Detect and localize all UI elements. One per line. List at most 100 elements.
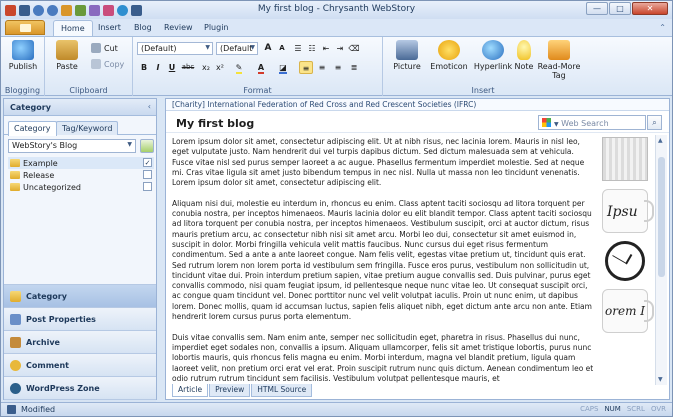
group-label-blogging: Blogging [4,86,41,95]
scrollbar-thumb[interactable] [658,157,665,277]
tab-html-source[interactable]: HTML Source [251,384,313,397]
category-item-example[interactable]: Example ✓ [8,157,154,169]
blog-select[interactable]: WebStory's Blog ▼ [8,139,136,153]
shrink-font-button[interactable]: A [275,42,289,55]
font-size-select[interactable]: (Default ▼ [216,42,258,55]
background-color-icon[interactable]: ◪ [273,61,293,74]
category-item-uncategorized[interactable]: Uncategorized [8,181,154,193]
ribbon-minimize-icon[interactable]: ⌃ [659,23,666,32]
picture-button[interactable]: Picture [387,40,427,71]
vertical-scrollbar[interactable]: ▲ ▼ [655,135,667,385]
tab-review[interactable]: Review [157,22,200,36]
underline-button[interactable]: U [165,61,179,74]
sidebar: Category ‹ Category Tag/Keyword WebStory… [3,98,157,410]
app-logo-icon[interactable] [5,4,16,16]
archive-icon [10,336,21,348]
clear-format-icon[interactable]: ⌫ [347,42,361,55]
post-title[interactable]: My first blog [176,117,254,130]
category-checkbox[interactable] [143,170,152,179]
bold-button[interactable]: B [137,61,151,74]
save-icon[interactable] [19,4,30,16]
align-justify-icon[interactable]: ≣ [347,61,361,74]
align-center-icon[interactable]: ≡ [315,61,329,74]
align-right-icon[interactable]: ≡ [331,61,345,74]
blog-breadcrumb[interactable]: [Charity] International Federation of Re… [166,99,669,111]
cut-button[interactable]: Cut [91,43,118,53]
strikethrough-button[interactable]: abc [179,61,197,74]
maximize-button[interactable]: □ [609,2,631,15]
paragraph: Aliquam nisi dui, molestie eu interdum i… [172,198,592,322]
emoticon-button[interactable]: Emoticon [429,40,469,71]
emoticon-label: Emoticon [430,62,468,71]
window-controls: — □ ✕ [586,2,668,15]
note-button[interactable]: Note [509,40,539,71]
add-category-button[interactable] [140,139,154,153]
wordpress-icon [10,382,21,394]
bullet-list-icon[interactable]: ☰ [291,42,305,55]
read-more-tag-button[interactable]: Read-More Tag [537,40,581,80]
chevron-down-icon: ▼ [554,121,559,128]
nav-archive[interactable]: Archive [4,330,156,353]
tab-category[interactable]: Category [8,121,57,136]
superscript-button[interactable]: x² [213,61,227,74]
tab-plugin[interactable]: Plugin [197,22,236,36]
options-icon[interactable] [131,4,142,16]
undo-icon[interactable] [33,4,44,16]
read-more-label: Read-More [537,62,581,71]
nav-label: WordPress Zone [26,383,100,393]
tab-home[interactable]: Home [53,20,93,36]
mug-image[interactable]: Ipsu [602,189,654,233]
indent-icon[interactable]: ⇥ [333,42,347,55]
numbered-list-icon[interactable]: ☷ [305,42,319,55]
thumbnail-image[interactable] [602,137,648,181]
nav-category[interactable]: Category [4,284,156,307]
text-color-button[interactable]: A [251,61,271,74]
collapse-sidebar-button[interactable]: ‹ [148,102,151,111]
category-checkbox[interactable] [143,182,152,191]
nav-wordpress-zone[interactable]: WordPress Zone [4,376,156,399]
sidebar-header-title: Category [10,103,51,112]
image-icon[interactable] [89,4,100,16]
highlight-color-icon[interactable]: ✎ [229,61,249,74]
italic-button[interactable]: I [151,61,165,74]
chevron-down-icon: ▼ [127,141,132,148]
help-icon[interactable] [117,4,128,16]
publish-button[interactable]: Publish [3,40,43,71]
tab-article[interactable]: Article [172,384,209,397]
mug-image[interactable]: orem I [602,289,654,333]
scroll-up-icon[interactable]: ▲ [658,137,663,144]
group-label-clipboard: Clipboard [69,86,108,95]
paste-button[interactable]: Paste [47,40,87,71]
scroll-down-icon[interactable]: ▼ [658,376,663,383]
nav-comment[interactable]: Comment [4,353,156,376]
copy-button[interactable]: Copy [91,59,124,69]
clock-image[interactable] [605,241,645,281]
editor-pane: [Charity] International Federation of Re… [165,98,670,400]
search-button[interactable]: ⌕ [647,115,662,130]
minimize-button[interactable]: — [586,2,608,15]
web-search-input[interactable]: ▼ Web Search [538,115,646,130]
tab-insert[interactable]: Insert [91,22,128,36]
close-button[interactable]: ✕ [632,2,668,15]
tab-blog[interactable]: Blog [127,22,159,36]
tab-tag-keyword[interactable]: Tag/Keyword [56,121,119,135]
hyperlink-button[interactable]: Hyperlink [473,40,513,71]
link-icon[interactable] [103,4,114,16]
align-left-icon[interactable]: ≡ [299,61,313,74]
category-item-release[interactable]: Release [8,169,154,181]
application-menu-button[interactable] [5,20,45,35]
font-family-select[interactable]: (Default) ▼ [137,42,213,55]
outdent-icon[interactable]: ⇤ [319,42,333,55]
publish-icon[interactable] [75,4,86,16]
redo-icon[interactable] [47,4,58,16]
subscript-button[interactable]: x₂ [199,61,213,74]
nav-post-properties[interactable]: Post Properties [4,307,156,330]
sidebar-subtabs: Category Tag/Keyword [4,119,156,136]
grow-font-button[interactable]: A [261,42,275,55]
globe-link-icon [482,40,504,60]
tab-preview[interactable]: Preview [209,384,251,397]
article-body[interactable]: Lorem ipsum dolor sit amet, consectetur … [172,137,596,386]
category-checkbox[interactable]: ✓ [143,158,152,167]
folder-icon [10,159,20,167]
new-post-icon[interactable] [61,4,72,16]
